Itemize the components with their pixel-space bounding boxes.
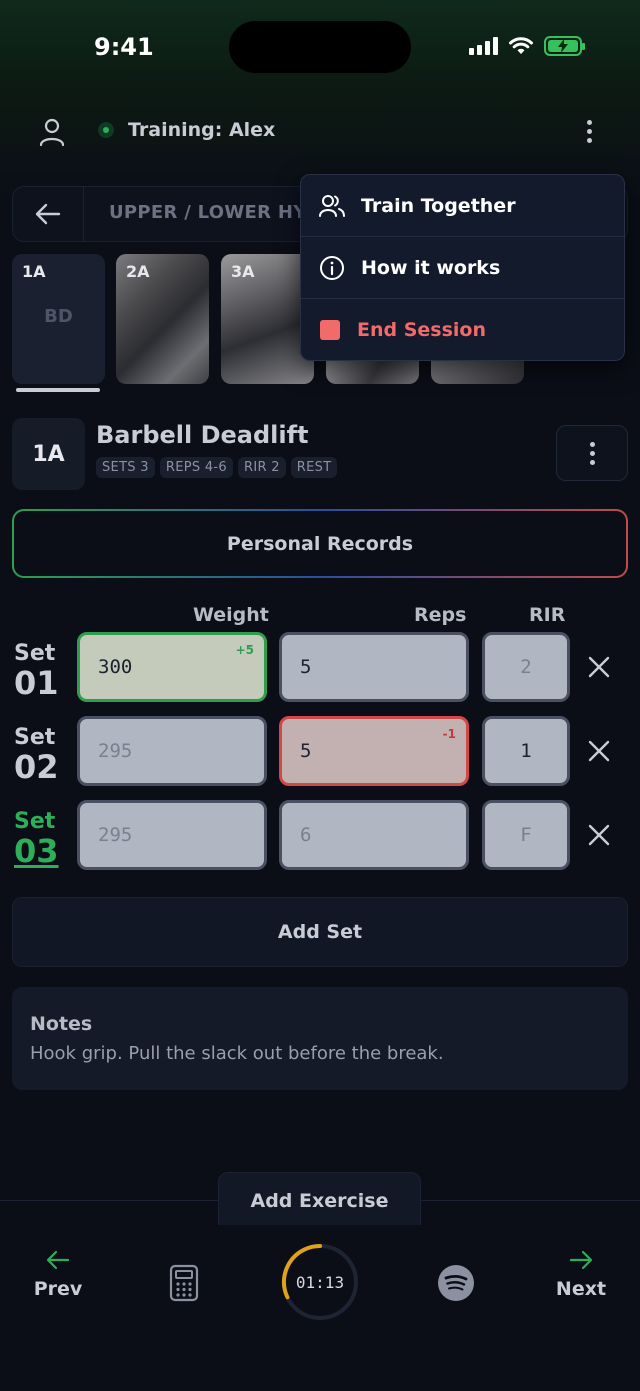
exercise-title: Barbell Deadlift [96, 421, 309, 449]
delete-set-button[interactable] [583, 651, 615, 683]
rir-input[interactable]: 2 [482, 632, 570, 702]
users-icon [319, 194, 345, 217]
chip-rest: REST [290, 457, 338, 478]
prev-button[interactable]: Prev [13, 1250, 103, 1300]
session-menu: Train Together How it works End Session [300, 174, 625, 361]
add-exercise-button[interactable]: Add Exercise [218, 1172, 421, 1228]
arrow-right-icon [569, 1250, 593, 1270]
calculator-button[interactable] [168, 1264, 200, 1302]
reps-input[interactable]: 5 [279, 632, 469, 702]
session-title-text: Training: Alex [128, 119, 276, 141]
reps-delta: -1 [442, 727, 456, 741]
set-number: 01 [14, 664, 59, 702]
rir-value: 1 [520, 740, 532, 762]
exercise-code-badge: 1A [12, 418, 85, 490]
menu-label: End Session [357, 319, 487, 341]
more-vertical-icon [589, 441, 595, 465]
thumb-initials: BD [44, 306, 73, 327]
exercise-thumb-2a[interactable]: 2A [116, 254, 209, 384]
signal-icon [469, 37, 498, 55]
status-icons [469, 36, 585, 56]
set-label: Set 02 [14, 725, 76, 786]
reps-input[interactable]: 5 -1 [279, 716, 469, 786]
arrow-left-icon [35, 203, 60, 225]
chip-sets: SETS 3 [96, 457, 155, 478]
column-weight: Weight [193, 604, 269, 626]
timer-text: 01:13 [295, 1272, 345, 1292]
active-thumb-indicator [16, 388, 100, 392]
back-button[interactable] [12, 186, 84, 242]
battery-icon [544, 36, 585, 56]
close-icon [588, 824, 610, 846]
set-prefix: Set [14, 641, 56, 666]
close-icon [588, 740, 610, 762]
column-reps: Reps [414, 604, 467, 626]
add-set-button[interactable]: Add Set [12, 897, 628, 967]
arrow-left-icon [46, 1250, 70, 1270]
notes-text: Hook grip. Pull the slack out before the… [30, 1043, 444, 1064]
rir-input[interactable]: F [482, 800, 570, 870]
live-indicator-icon [98, 122, 114, 138]
exercise-chips: SETS 3 REPS 4-6 RIR 2 REST [96, 457, 338, 478]
weight-value: 295 [98, 740, 133, 762]
exercise-options-button[interactable] [556, 425, 628, 481]
stop-icon [320, 320, 340, 340]
more-menu-button[interactable] [566, 108, 612, 154]
dynamic-island [229, 21, 411, 73]
close-icon [588, 656, 610, 678]
notes-card[interactable]: Notes Hook grip. Pull the slack out befo… [12, 987, 628, 1090]
set-number: 02 [14, 748, 59, 786]
reps-input[interactable]: 6 [279, 800, 469, 870]
profile-button[interactable] [26, 106, 78, 158]
rest-timer[interactable]: 01:13 [281, 1243, 359, 1321]
thumb-label: 1A [22, 262, 46, 281]
personal-records-label: Personal Records [14, 511, 626, 576]
weight-input[interactable]: 295 [77, 800, 267, 870]
weight-delta: +5 [235, 643, 254, 657]
weight-value: 295 [98, 824, 133, 846]
thumb-label: 3A [231, 262, 255, 281]
weight-input[interactable]: 295 [77, 716, 267, 786]
menu-label: How it works [361, 256, 501, 279]
personal-records-button[interactable]: Personal Records [12, 509, 628, 578]
rir-value: F [520, 824, 532, 846]
info-icon [320, 255, 344, 280]
delete-set-button[interactable] [583, 819, 615, 851]
chip-reps: REPS 4-6 [159, 457, 233, 478]
reps-value: 5 [300, 740, 312, 762]
next-label: Next [555, 1278, 607, 1300]
set-prefix: Set [14, 725, 56, 750]
spotify-button[interactable] [437, 1264, 475, 1302]
exercise-thumb-1a[interactable]: 1A BD [12, 254, 105, 384]
set-label: Set 01 [14, 641, 76, 702]
status-time: 9:41 [94, 33, 154, 61]
menu-label: Train Together [361, 194, 516, 217]
weight-value: 300 [98, 656, 133, 678]
menu-item-end-session[interactable]: End Session [301, 299, 624, 361]
user-icon [39, 118, 65, 146]
more-vertical-icon [586, 119, 592, 143]
set-prefix: Set [14, 809, 56, 834]
chip-rir: RIR 2 [237, 457, 286, 478]
calculator-icon [169, 1264, 199, 1302]
thumb-label: 2A [126, 262, 150, 281]
next-button[interactable]: Next [536, 1250, 626, 1300]
session-title: Training: Alex [98, 119, 275, 141]
reps-value: 6 [300, 824, 312, 846]
weight-input[interactable]: 300 +5 [77, 632, 267, 702]
set-number: 03 [14, 832, 59, 870]
prev-label: Prev [33, 1278, 83, 1300]
spotify-icon [438, 1265, 474, 1301]
column-rir: RIR [529, 604, 566, 626]
delete-set-button[interactable] [583, 735, 615, 767]
set-label-current: Set 03 [14, 809, 76, 870]
rir-input[interactable]: 1 [482, 716, 570, 786]
rir-value: 2 [520, 656, 532, 678]
menu-item-train-together[interactable]: Train Together [301, 175, 624, 237]
menu-item-how-it-works[interactable]: How it works [301, 237, 624, 299]
reps-value: 5 [300, 656, 312, 678]
notes-title: Notes [30, 1013, 93, 1035]
wifi-icon [509, 37, 533, 54]
